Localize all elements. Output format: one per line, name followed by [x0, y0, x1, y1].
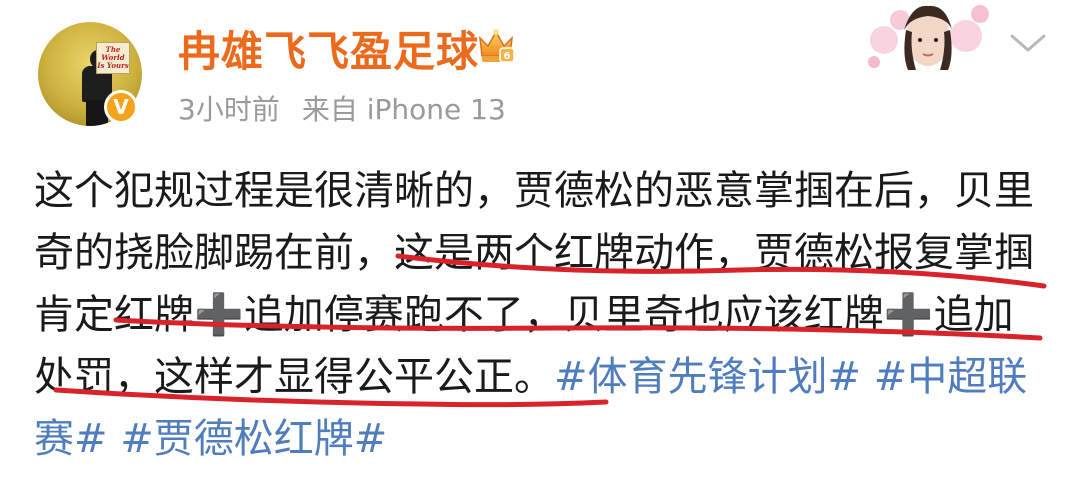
- post-line-4: 处罚，这样才显得公平公正。#体育先锋计划# #中超联: [34, 346, 1044, 408]
- post-line-5: 赛# #贾德松红牌#: [34, 408, 1044, 470]
- hashtag-link[interactable]: #贾德松红牌#: [120, 416, 387, 462]
- hashtag-link[interactable]: #中超联: [874, 354, 1028, 400]
- username[interactable]: 冉雄飞飞盈足球: [178, 18, 479, 79]
- post-text: 追加: [933, 292, 1014, 338]
- post-source[interactable]: 来自 iPhone 13: [302, 93, 506, 126]
- verified-badge-icon: V: [104, 90, 138, 124]
- post-meta: 3小时前 来自 iPhone 13: [178, 88, 506, 128]
- chevron-down-icon[interactable]: [1004, 28, 1052, 58]
- plus-icon: ➕: [194, 292, 244, 338]
- post-line-2: 奇的挠脸脚踢在前，这是两个红牌动作，贾德松报复掌掴: [34, 230, 1034, 276]
- post-line-3: 肯定红牌➕追加停赛跑不了，贝里奇也应该红牌➕追加: [34, 284, 1044, 346]
- hashtag-link[interactable]: 赛#: [34, 416, 108, 462]
- post-body: 这个犯规过程是很清晰的，贾德松的恶意掌掴在后，贝里 奇的挠脸脚踢在前，这是两个红…: [34, 160, 1044, 470]
- crown-badge-icon[interactable]: 6: [474, 26, 518, 66]
- avatar-sign: The World Is Yours: [96, 42, 130, 74]
- post-line-1: 这个犯规过程是很清晰的，贾德松的恶意掌掴在后，贝里: [34, 168, 1034, 214]
- post-text: 处罚，这样才显得公平公正。: [34, 354, 554, 400]
- plus-icon: ➕: [883, 292, 934, 338]
- post-text: 追加停赛跑不了，贝里奇也应该红牌: [243, 292, 884, 338]
- hashtag-link[interactable]: #体育先锋计划#: [554, 354, 861, 400]
- post-text: 肯定红牌: [34, 292, 194, 338]
- post-time: 3小时前: [178, 93, 280, 126]
- profile-decoration-icon: [868, 5, 989, 70]
- svg-text:6: 6: [504, 51, 511, 62]
